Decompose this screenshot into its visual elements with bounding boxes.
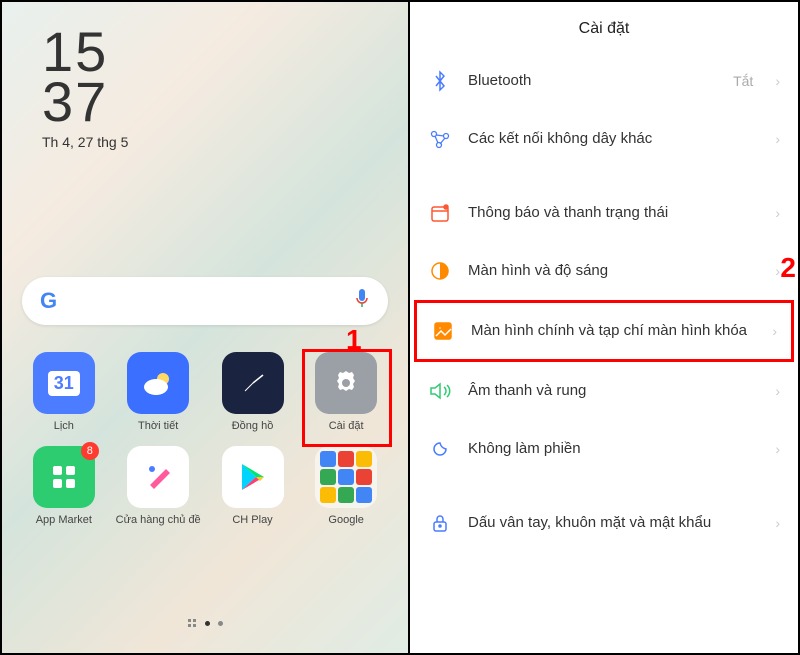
app-themestore[interactable]: Cửa hàng chủ đề — [116, 446, 201, 526]
app-label: App Market — [36, 514, 92, 526]
brightness-icon — [428, 259, 452, 283]
google-logo-icon: G — [40, 288, 57, 314]
settings-label: Màn hình và độ sáng — [468, 261, 753, 281]
lock-icon — [428, 511, 452, 535]
homescreen-icon — [431, 319, 455, 343]
settings-item-homescreen[interactable]: Màn hình chính và tạp chí màn hình khóa … — [414, 300, 794, 362]
settings-label: Không làm phiền — [468, 439, 753, 459]
bluetooth-icon — [428, 69, 452, 93]
settings-label: Âm thanh và rung — [468, 381, 753, 401]
playstore-icon — [222, 446, 284, 508]
home-indicator-icon — [187, 618, 197, 628]
sound-icon — [428, 379, 452, 403]
weather-icon — [127, 352, 189, 414]
chevron-right-icon: › — [775, 73, 780, 89]
chevron-right-icon: › — [775, 515, 780, 531]
badge: 8 — [81, 442, 99, 460]
settings-item-wireless[interactable]: Các kết nối không dây khác › — [414, 110, 794, 168]
app-calendar[interactable]: 31 Lịch — [22, 352, 106, 432]
clock-date: Th 4, 27 thg 5 — [42, 136, 128, 149]
app-weather[interactable]: Thời tiết — [116, 352, 201, 432]
settings-title: Cài đặt — [410, 2, 798, 52]
page-indicator — [187, 618, 223, 628]
app-label: Lịch — [54, 420, 74, 432]
dnd-icon — [428, 437, 452, 461]
chevron-right-icon: › — [775, 205, 780, 221]
settings-label: Màn hình chính và tạp chí màn hình khóa — [471, 321, 750, 341]
clock-icon — [222, 352, 284, 414]
settings-item-dnd[interactable]: Không làm phiền › — [414, 420, 794, 478]
chevron-right-icon: › — [775, 131, 780, 147]
marker-1: 1 — [346, 324, 362, 356]
app-label: Đồng hồ — [232, 420, 274, 432]
app-googlefolder[interactable]: Google — [304, 446, 388, 526]
settings-item-security[interactable]: Dấu vân tay, khuôn mặt và mật khẩu › — [414, 494, 794, 552]
calendar-icon: 31 — [33, 352, 95, 414]
app-clock[interactable]: Đồng hồ — [211, 352, 295, 432]
wireless-icon — [428, 127, 452, 151]
app-label: CH Play — [232, 514, 272, 526]
app-appmarket[interactable]: 8 App Market — [22, 446, 106, 526]
settings-pane: Cài đặt Bluetooth Tắt › Các kết nối khôn… — [410, 2, 798, 653]
settings-item-sound[interactable]: Âm thanh và rung › — [414, 362, 794, 420]
settings-icon — [315, 352, 377, 414]
settings-item-brightness[interactable]: Màn hình và độ sáng › 2 — [414, 242, 794, 300]
folder-icon — [315, 446, 377, 508]
clock-minutes: 37 — [42, 77, 128, 127]
settings-item-bluetooth[interactable]: Bluetooth Tắt › — [414, 52, 794, 110]
app-chplay[interactable]: CH Play — [211, 446, 295, 526]
chevron-right-icon: › — [775, 441, 780, 457]
appmarket-icon: 8 — [33, 446, 95, 508]
chevron-right-icon: › — [775, 263, 780, 279]
page-dot[interactable] — [205, 621, 210, 626]
notification-icon — [428, 201, 452, 225]
settings-list: Bluetooth Tắt › Các kết nối không dây kh… — [410, 52, 798, 552]
settings-label: Thông báo và thanh trạng thái — [468, 203, 753, 223]
chevron-right-icon: › — [772, 323, 777, 339]
google-search-bar[interactable]: G — [22, 277, 388, 325]
app-grid: 31 Lịch Thời tiết Đồng hồ Cài đặt 8 App … — [22, 352, 388, 526]
chevron-right-icon: › — [775, 383, 780, 399]
homescreen-pane: 15 37 Th 4, 27 thg 5 G 31 Lịch Thời tiết… — [2, 2, 410, 653]
settings-label: Bluetooth — [468, 71, 717, 91]
settings-label: Các kết nối không dây khác — [468, 129, 753, 149]
app-label: Cửa hàng chủ đề — [116, 514, 201, 526]
settings-status: Tắt — [733, 73, 753, 89]
mic-icon[interactable] — [354, 289, 370, 314]
themestore-icon — [127, 446, 189, 508]
page-dot[interactable] — [218, 621, 223, 626]
marker-2: 2 — [780, 252, 796, 284]
app-settings[interactable]: Cài đặt — [304, 352, 388, 432]
settings-label: Dấu vân tay, khuôn mặt và mật khẩu — [468, 513, 753, 533]
app-label: Cài đặt — [329, 420, 364, 432]
app-label: Google — [328, 514, 363, 526]
settings-item-notification[interactable]: Thông báo và thanh trạng thái › — [414, 184, 794, 242]
clock-widget: 15 37 Th 4, 27 thg 5 — [42, 27, 128, 148]
app-label: Thời tiết — [138, 420, 178, 432]
